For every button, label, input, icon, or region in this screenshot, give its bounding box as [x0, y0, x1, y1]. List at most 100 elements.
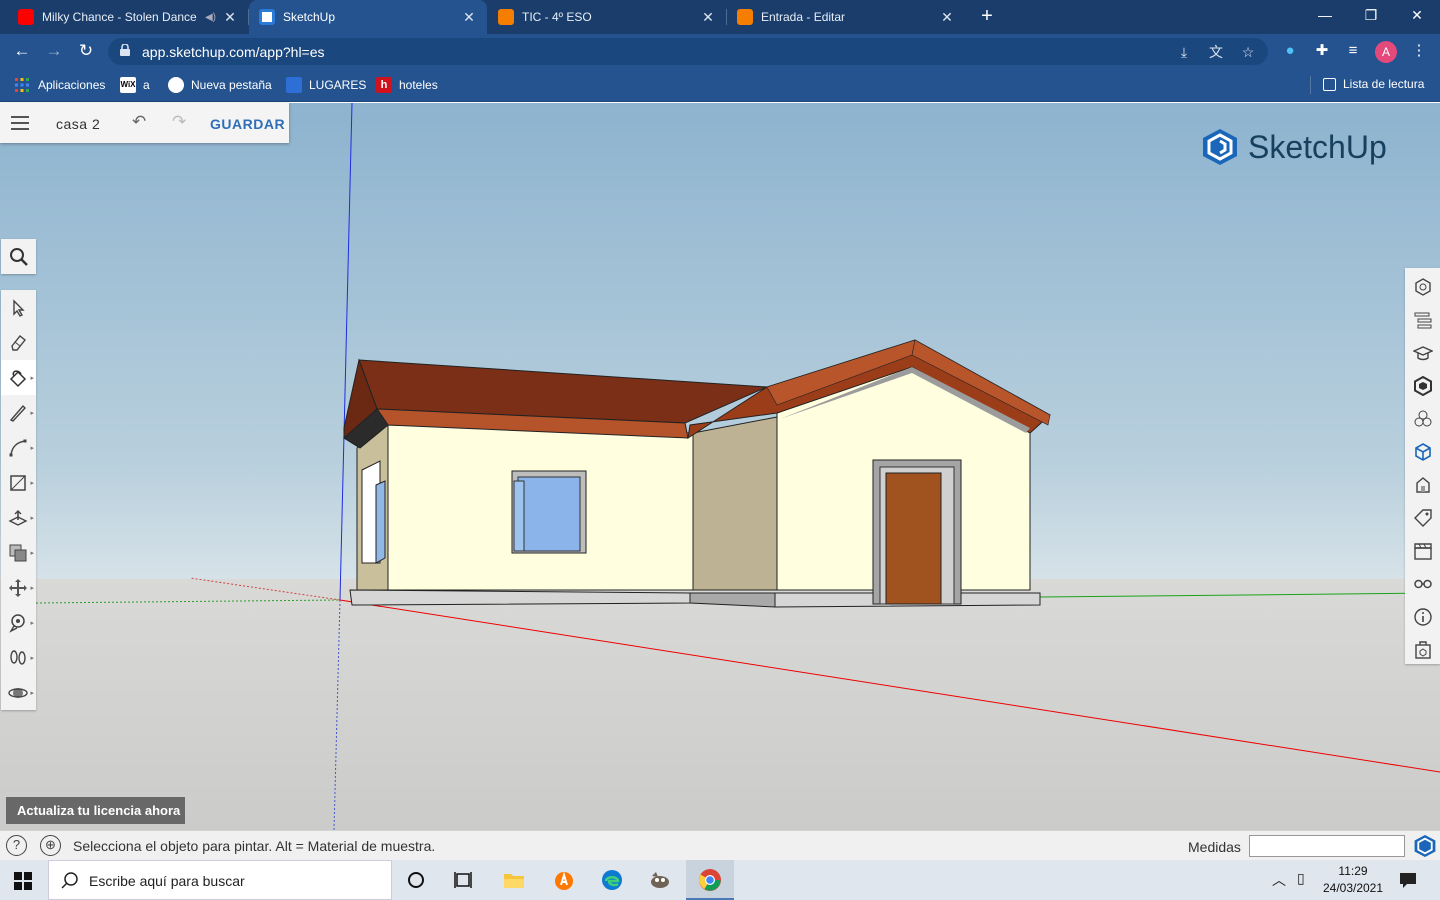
language-globe-icon[interactable]: ⊕	[40, 835, 61, 856]
reload-button[interactable]: ↻	[75, 40, 97, 62]
close-tab-icon[interactable]: ✕	[222, 9, 238, 26]
reading-list-icon	[1323, 77, 1336, 91]
side-window-glass[interactable]	[375, 480, 386, 564]
info-panel-button[interactable]	[1405, 600, 1440, 633]
close-tab-icon[interactable]: ✕	[700, 9, 716, 26]
close-tab-icon[interactable]: ✕	[939, 9, 955, 26]
tags-icon	[1414, 509, 1432, 527]
translate-icon[interactable]: 文	[1206, 42, 1226, 62]
globe-icon	[168, 77, 184, 93]
3d-viewport[interactable]	[0, 103, 1440, 830]
door[interactable]	[885, 472, 942, 605]
help-icon[interactable]: ?	[6, 835, 27, 856]
tab-title: Milky Chance - Stolen Dance	[42, 10, 197, 24]
cortana-button[interactable]	[392, 860, 440, 900]
tray-chevron-up-icon[interactable]: ︿	[1272, 870, 1286, 890]
foundation-middle[interactable]	[689, 592, 776, 608]
battery-icon[interactable]: ▯	[1297, 870, 1305, 887]
tags-panel-button[interactable]	[1405, 501, 1440, 534]
arc-tool[interactable]: ▸	[1, 430, 36, 465]
blogger-icon	[498, 9, 514, 25]
orbit-tool[interactable]: ▸	[1, 675, 36, 710]
forward-button[interactable]: →	[43, 40, 65, 62]
materials-panel-button[interactable]	[1405, 402, 1440, 435]
address-bar[interactable]: app.sketchup.com/app?hl=es ⤓ 文 ☆	[108, 38, 1268, 65]
walk-tool[interactable]: ▸	[1, 640, 36, 675]
window-glass[interactable]	[517, 476, 581, 552]
media-control-icon[interactable]: ≡	[1343, 41, 1363, 61]
select-tool[interactable]	[1, 290, 36, 325]
push-pull-tool[interactable]: ▸	[1, 500, 36, 535]
outliner-panel-button[interactable]	[1405, 303, 1440, 336]
3d-warehouse-panel-button[interactable]	[1405, 633, 1440, 666]
extension-icon[interactable]: ●	[1280, 41, 1300, 61]
instructor-panel-button[interactable]	[1405, 336, 1440, 369]
bookmark-lugares[interactable]: LUGARES	[286, 77, 366, 93]
bookmark-hoteles[interactable]: h hoteles	[376, 77, 438, 93]
save-button[interactable]: GUARDAR	[210, 116, 285, 132]
styles-panel-button[interactable]	[1405, 435, 1440, 468]
shadows-panel-button[interactable]	[1405, 468, 1440, 501]
tape-measure-tool[interactable]: ▸	[1, 605, 36, 640]
move-tool[interactable]: ▸	[1, 570, 36, 605]
bookmark-wix[interactable]: WiX a	[120, 77, 150, 93]
reading-list-button[interactable]: Lista de lectura	[1323, 77, 1424, 91]
display-panel-button[interactable]	[1405, 567, 1440, 600]
close-tab-icon[interactable]: ✕	[461, 9, 477, 26]
tab-tic[interactable]: TIC - 4º ESO ✕	[488, 0, 727, 34]
restore-button[interactable]: ❐	[1348, 0, 1394, 30]
back-button[interactable]: ←	[11, 40, 33, 62]
rectangle-tool[interactable]: ▸	[1, 465, 36, 500]
taskbar-clock[interactable]: 11:29 24/03/2021	[1318, 863, 1388, 897]
offset-tool[interactable]: ▸	[1, 535, 36, 570]
bookmark-star-icon[interactable]: ☆	[1238, 42, 1258, 62]
avast-button[interactable]	[540, 860, 588, 900]
search-icon	[10, 248, 28, 266]
outliner-icon	[1414, 312, 1432, 329]
puzzle-extensions-icon[interactable]: ✚	[1312, 41, 1332, 61]
profile-avatar[interactable]: A	[1375, 41, 1397, 63]
foundation-left[interactable]	[349, 589, 691, 606]
model-scene[interactable]	[0, 103, 1440, 830]
windows-taskbar: Escribe aquí para buscar ︿ ▯ 11:29 24/03…	[0, 860, 1440, 900]
components-panel-button[interactable]	[1405, 369, 1440, 402]
search-icon	[61, 872, 78, 889]
measurements-input[interactable]	[1249, 835, 1405, 857]
entity-info-panel-button[interactable]	[1405, 270, 1440, 303]
speaker-icon[interactable]: ◀)	[205, 12, 216, 23]
chrome-button[interactable]	[686, 860, 734, 900]
redo-icon[interactable]: ↷	[172, 112, 186, 132]
bookmark-label: hoteles	[399, 78, 438, 92]
undo-icon[interactable]: ↶	[132, 112, 146, 132]
tab-entrada[interactable]: Entrada - Editar ✕	[727, 0, 965, 34]
notifications-icon[interactable]	[1399, 871, 1417, 889]
eraser-tool[interactable]	[1, 325, 36, 360]
close-window-button[interactable]: ✕	[1394, 0, 1440, 30]
minimize-button[interactable]: —	[1302, 0, 1348, 30]
orbit-tool-icon	[8, 688, 28, 698]
scenes-panel-button[interactable]	[1405, 534, 1440, 567]
install-app-icon[interactable]: ⤓	[1174, 42, 1194, 62]
windows-start-icon[interactable]	[14, 872, 32, 890]
edge-button[interactable]	[588, 860, 636, 900]
upgrade-license-button[interactable]: Actualiza tu licencia ahora	[6, 797, 185, 824]
line-tool[interactable]: ▸	[1, 395, 36, 430]
task-view-button[interactable]	[440, 860, 488, 900]
bookmark-aplicaciones[interactable]: Aplicaciones	[14, 77, 105, 93]
connecting-wall[interactable]	[692, 416, 778, 591]
bookmark-nueva-pestana[interactable]: Nueva pestaña	[168, 77, 272, 93]
file-explorer-button[interactable]	[490, 860, 538, 900]
file-name[interactable]: casa 2	[56, 116, 100, 132]
tab-youtube[interactable]: Milky Chance - Stolen Dance ◀) ✕	[8, 0, 249, 34]
lock-icon	[120, 44, 130, 56]
new-tab-button[interactable]: +	[976, 5, 998, 27]
file-explorer-icon	[504, 874, 524, 888]
search-button[interactable]	[1, 239, 36, 274]
gimp-button[interactable]	[636, 860, 684, 900]
menu-icon[interactable]	[11, 116, 29, 130]
tab-sketchup[interactable]: SketchUp ✕	[249, 0, 487, 34]
paint-bucket-tool[interactable]: ▸	[1, 360, 36, 395]
blogger-icon	[737, 9, 753, 25]
windows-search-box[interactable]: Escribe aquí para buscar	[48, 860, 392, 900]
more-menu-icon[interactable]: ⋮	[1409, 41, 1429, 61]
